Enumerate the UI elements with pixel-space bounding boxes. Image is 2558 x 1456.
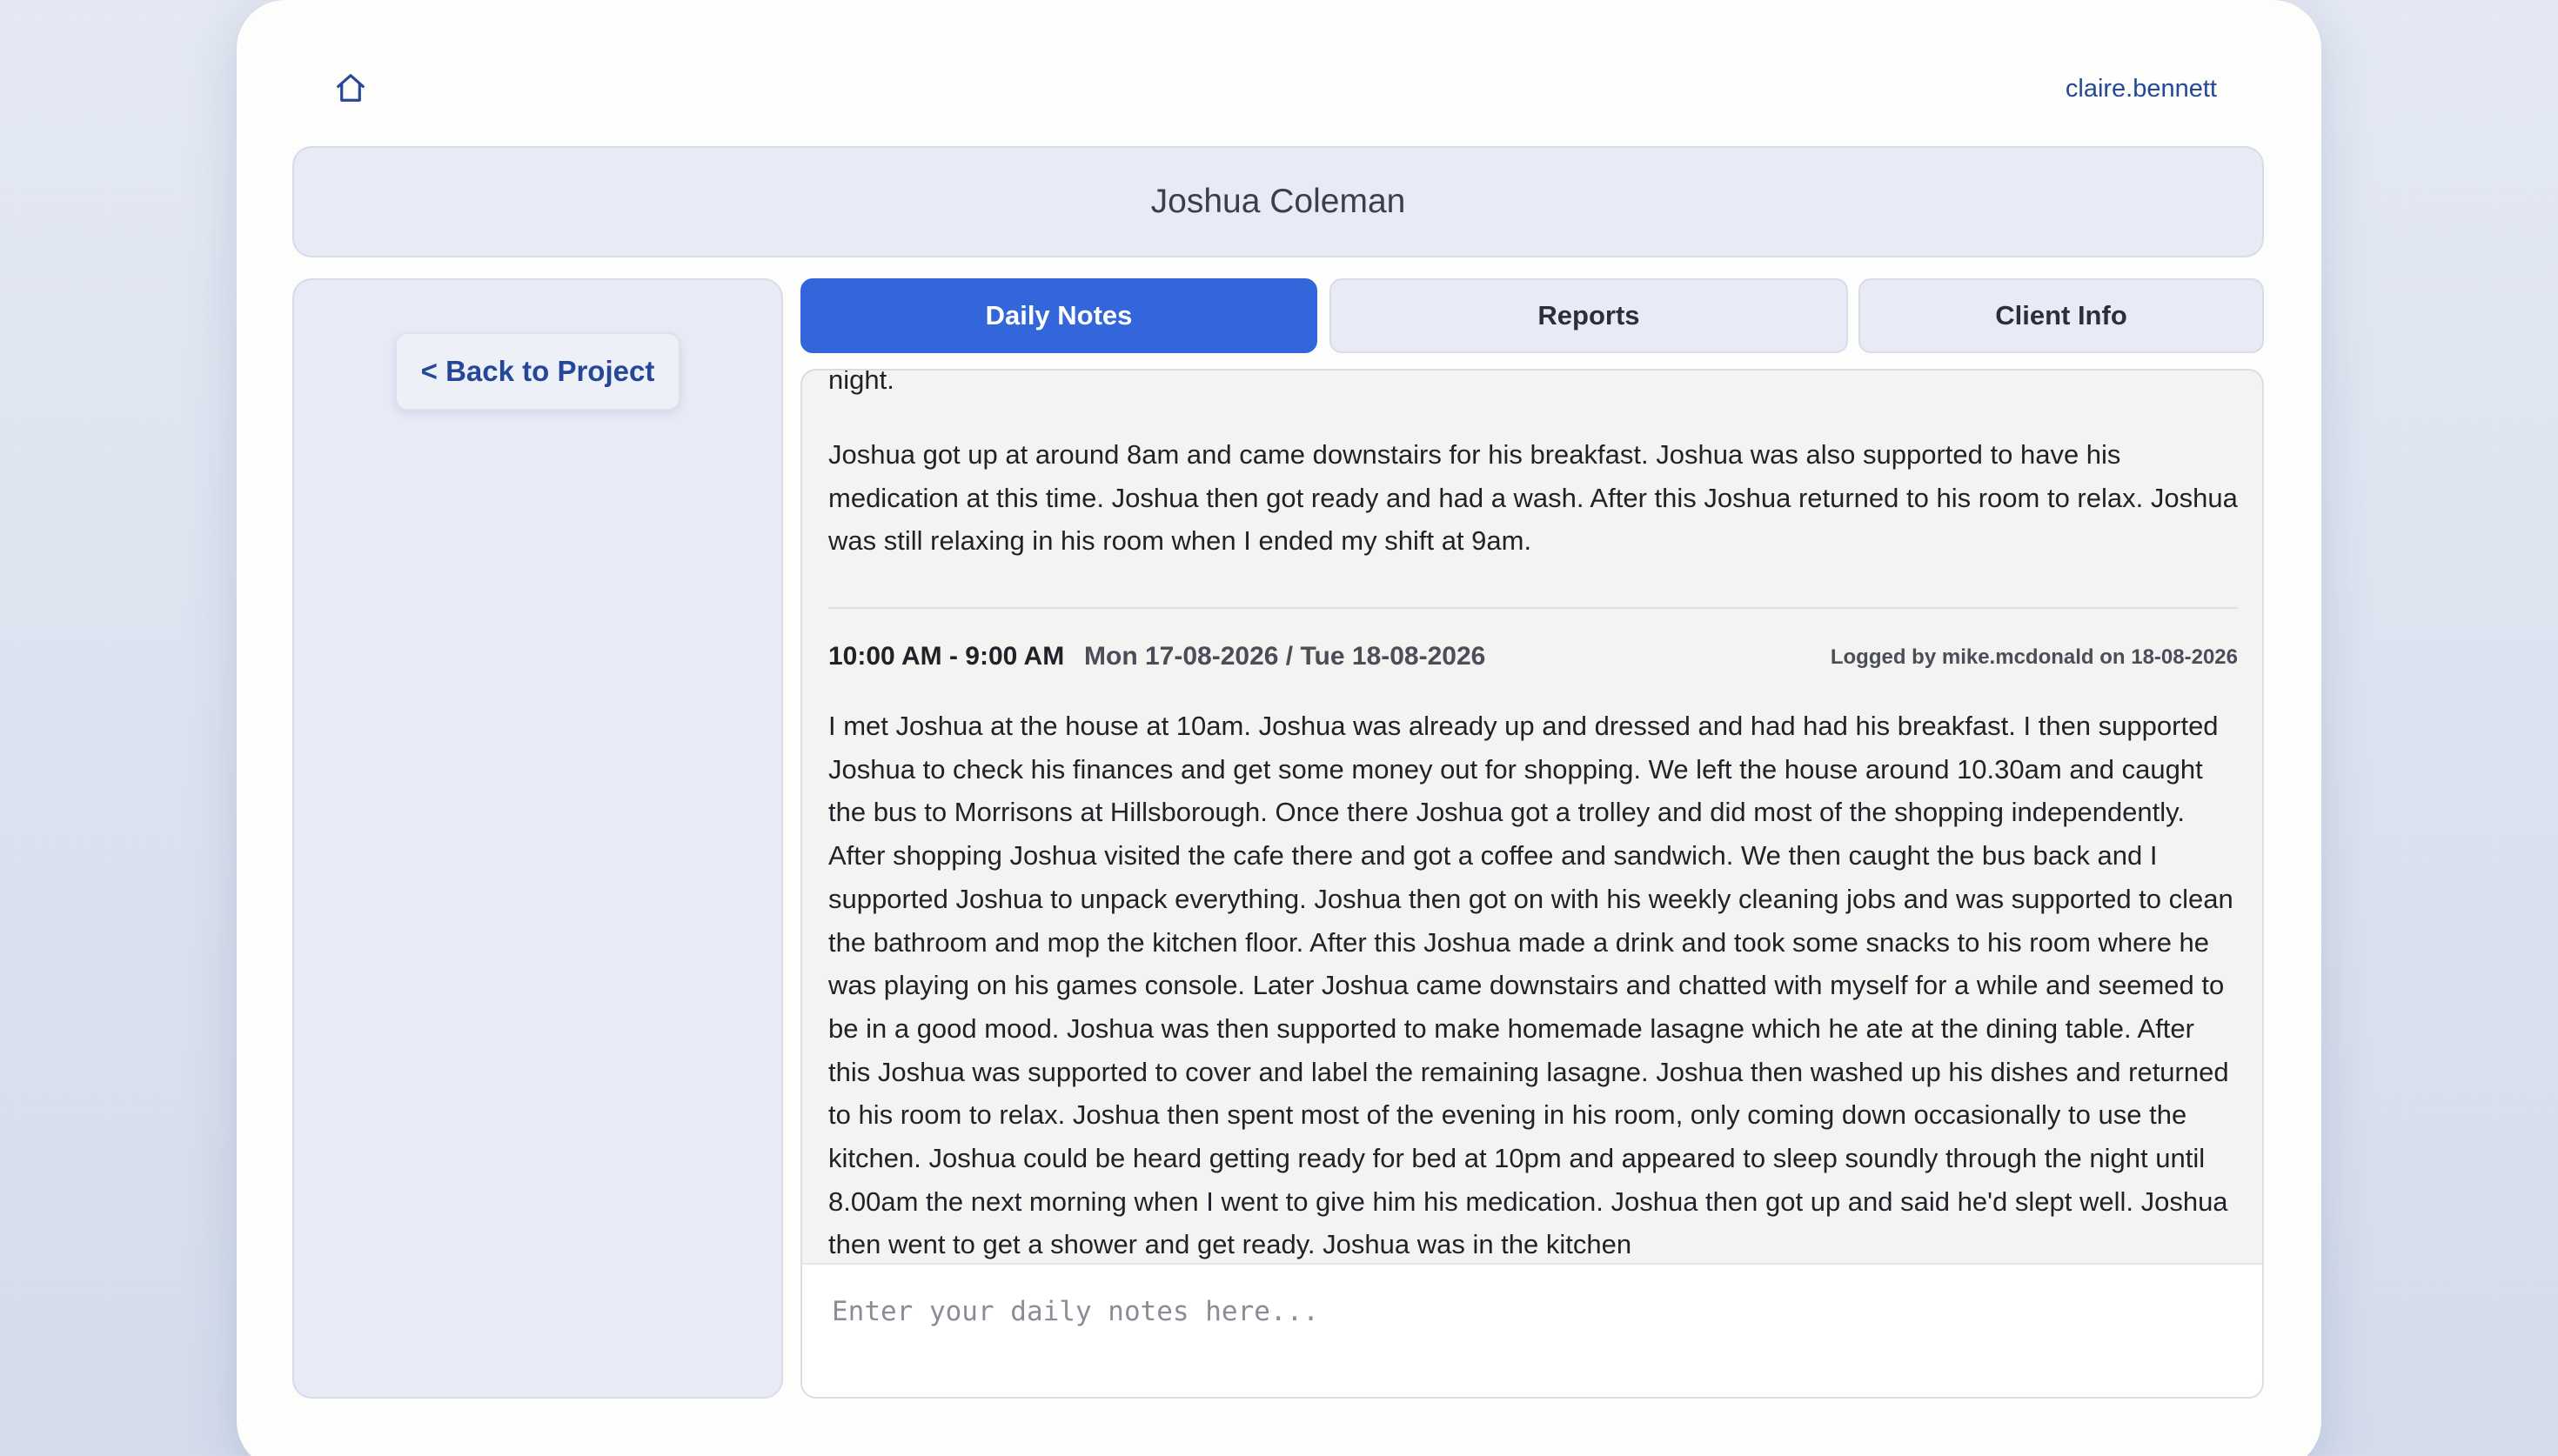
client-name: Joshua Coleman <box>1150 183 1406 220</box>
tab-client-info[interactable]: Client Info <box>1858 278 2264 353</box>
client-name-banner: Joshua Coleman <box>292 146 2264 257</box>
daily-notes-panel: night. Joshua got up at around 8am and c… <box>800 369 2264 1399</box>
notes-input-area <box>802 1263 2262 1397</box>
note-partial-text: night. <box>828 371 894 395</box>
note-logged-by: Logged by mike.mcdonald on 18-08-2026 <box>1830 645 2238 669</box>
tab-bar: Daily Notes Reports Client Info <box>800 278 2264 353</box>
note-header: 10:00 AM - 9:00 AM Mon 17-08-2026 / Tue … <box>828 642 2238 677</box>
username-link[interactable]: claire.bennett <box>2066 75 2217 104</box>
note-time-range: 10:00 AM - 9:00 AM <box>828 642 1065 671</box>
tab-reports[interactable]: Reports <box>1329 278 1848 353</box>
app-window: claire.bennett Joshua Coleman < Back to … <box>237 0 2321 1456</box>
note-divider <box>828 607 2238 609</box>
tab-daily-notes[interactable]: Daily Notes <box>800 278 1317 353</box>
daily-notes-input[interactable] <box>802 1265 2262 1397</box>
note-body: I met Joshua at the house at 10am. Joshu… <box>828 711 2233 1260</box>
top-bar: claire.bennett <box>237 0 2321 146</box>
home-icon[interactable] <box>334 71 367 104</box>
notes-list[interactable]: night. Joshua got up at around 8am and c… <box>802 371 2262 1265</box>
sidebar: < Back to Project <box>292 278 783 1399</box>
note-date-range: Mon 17-08-2026 / Tue 18-08-2026 <box>1084 642 1486 671</box>
note-body: Joshua got up at around 8am and came dow… <box>828 439 2238 557</box>
back-to-project-button[interactable]: < Back to Project <box>395 332 680 411</box>
